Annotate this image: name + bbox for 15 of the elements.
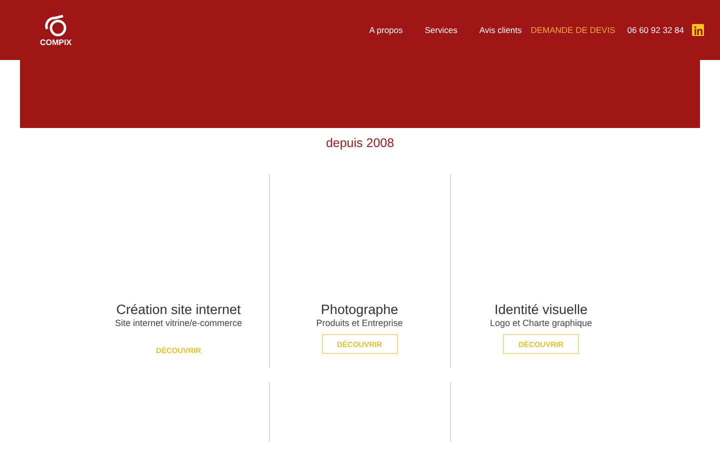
nav-link[interactable]: Avis clients	[479, 25, 522, 35]
nav-link[interactable]: DEMANDE DE DEVIS	[530, 25, 616, 35]
linkedin-icon[interactable]	[692, 24, 704, 36]
service-subtitle: Site internet vitrine/e-commerce	[114, 318, 242, 328]
nav-link[interactable]: Services	[424, 25, 458, 35]
service-title: Photographe	[320, 302, 398, 317]
service-subtitle: Produits et Entreprise	[316, 318, 403, 328]
service-title: Identité visuelle	[494, 302, 588, 317]
phone-number: 06 60 92 32 84	[627, 25, 684, 35]
tagline: depuis 2008	[324, 136, 396, 150]
nav-link[interactable]: A propos	[369, 25, 403, 35]
service-subtitle: Logo et Charte graphique	[490, 318, 592, 328]
logo-icon	[42, 13, 69, 37]
logo-text: COMPIX	[40, 38, 72, 47]
service-title: Création site internet	[116, 302, 241, 317]
